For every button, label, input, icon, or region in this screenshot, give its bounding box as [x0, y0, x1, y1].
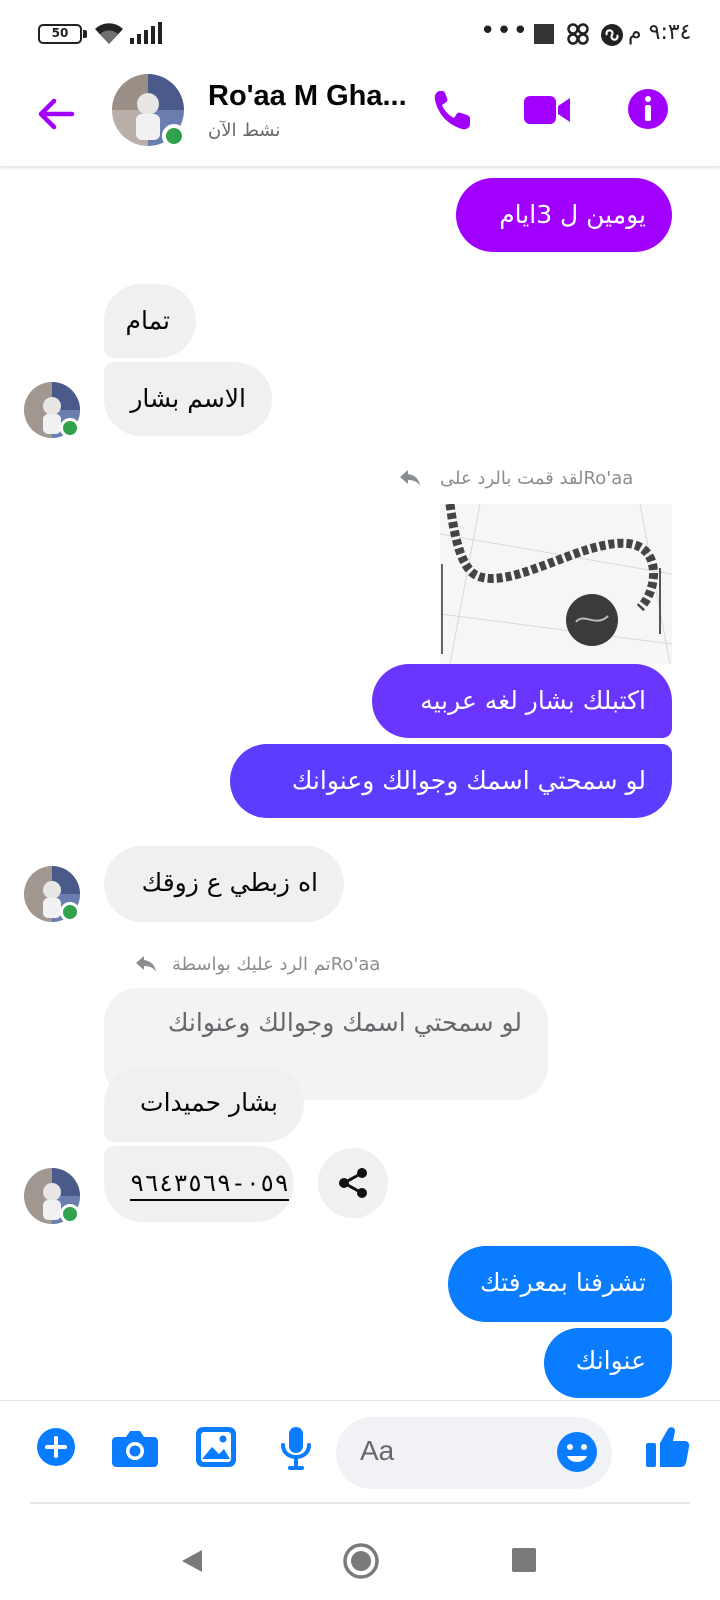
contact-name[interactable]: Ro'aa M Gha...: [208, 80, 407, 113]
camera-icon[interactable]: [112, 1429, 158, 1467]
active-status: نشط الآن: [208, 120, 281, 141]
video-camera-icon[interactable]: [524, 94, 572, 126]
nav-back-icon[interactable]: [180, 1548, 204, 1574]
reply-context-label: Ro'aaلقد قمت بالرد على: [440, 468, 634, 489]
battery-icon: 50: [38, 24, 87, 44]
notification-square-icon: [534, 24, 554, 44]
online-indicator: [60, 418, 80, 438]
conversation-header: Ro'aa M Gha... نشط الآن: [0, 66, 720, 166]
online-indicator: [162, 124, 186, 148]
plus-icon[interactable]: [36, 1427, 76, 1467]
link-notification-icon: [601, 24, 623, 46]
clock: ٩:٣٤ م: [628, 20, 692, 45]
back-arrow-icon[interactable]: [34, 92, 78, 136]
message-outgoing[interactable]: اكتبلك بشار لغه عربيه: [372, 664, 672, 738]
prayer-beads-image: [440, 504, 672, 664]
reply-context-label: Ro'aaتم الرد عليك بواسطة: [172, 954, 381, 975]
message-composer: [0, 1400, 720, 1508]
message-incoming-phone-number[interactable]: ٠٥٩-٩٦٤٣٥٦٩: [104, 1146, 294, 1222]
nav-recents-icon[interactable]: [512, 1548, 536, 1572]
gallery-icon[interactable]: [196, 1427, 236, 1467]
online-indicator: [60, 1204, 80, 1224]
overflow-indicator: •••: [480, 16, 530, 46]
phone-number-link[interactable]: ٠٥٩-٩٦٤٣٥٦٩: [130, 1169, 289, 1197]
message-text-field[interactable]: [336, 1417, 612, 1489]
microphone-icon[interactable]: [280, 1425, 312, 1471]
online-indicator: [60, 902, 80, 922]
message-outgoing[interactable]: يومين ل 3ايام: [456, 178, 672, 252]
info-icon[interactable]: [627, 88, 669, 130]
system-navigation-bar: [0, 1512, 720, 1600]
share-button[interactable]: [318, 1148, 388, 1218]
phone-icon[interactable]: [432, 88, 472, 132]
signal-icon: [130, 22, 162, 44]
app-notification-icon: [567, 23, 589, 45]
wifi-icon: [95, 23, 123, 44]
emoji-icon[interactable]: [556, 1431, 598, 1473]
reply-arrow-icon: [400, 470, 420, 486]
message-incoming[interactable]: الاسم بشار: [104, 362, 272, 436]
divider: [30, 1502, 690, 1504]
replied-photo-prayer-beads[interactable]: [440, 504, 672, 664]
share-icon: [339, 1168, 367, 1198]
status-bar: 50 ••• ٩:٣٤ م: [0, 0, 720, 66]
nav-home-icon[interactable]: [342, 1542, 380, 1580]
message-outgoing[interactable]: عنوانك: [544, 1328, 672, 1398]
message-outgoing[interactable]: تشرفنا بمعرفتك: [448, 1246, 672, 1322]
message-outgoing[interactable]: لو سمحتي اسمك وجوالك وعنوانك: [230, 744, 672, 818]
reply-arrow-icon: [136, 956, 156, 972]
thumbs-up-icon[interactable]: [646, 1425, 690, 1469]
message-input[interactable]: [360, 1435, 530, 1467]
message-incoming[interactable]: بشار حميدات: [104, 1066, 304, 1142]
message-incoming[interactable]: تمام: [104, 284, 196, 358]
message-incoming[interactable]: اه زبطي ع زوقك: [104, 846, 344, 922]
